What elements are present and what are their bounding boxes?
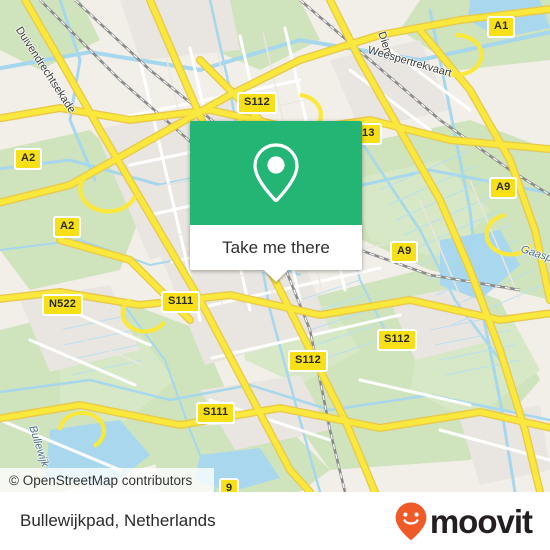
osm-attribution-text: © OpenStreetMap contributors <box>9 472 193 488</box>
road-shield[interactable]: A9 <box>390 241 419 263</box>
footer-bar: Bullewijkpad, Netherlands moovit <box>0 492 550 550</box>
moovit-wordmark: moovit <box>429 502 533 540</box>
take-me-there-label: Take me there <box>222 237 330 257</box>
road-shield[interactable]: S112 <box>288 350 328 372</box>
location-title: Bullewijkpad, Netherlands <box>20 511 216 530</box>
callout-icon-area <box>190 121 362 225</box>
osm-attribution[interactable]: © OpenStreetMap contributors <box>0 468 214 492</box>
road-shield[interactable]: A1 <box>487 16 516 38</box>
road-shield[interactable]: N522 <box>42 294 84 316</box>
road-shield[interactable]: S111 <box>196 402 236 424</box>
road-shield[interactable]: 9 <box>219 478 240 492</box>
screenshot-root: A2 A2 N522 S111 S112 S112 S112 S111 A1 A… <box>0 0 550 550</box>
road-shield[interactable]: S112 <box>377 329 417 351</box>
road-shield[interactable]: S112 <box>237 92 277 114</box>
callout-tail <box>264 270 288 282</box>
road-shield[interactable]: A2 <box>14 148 43 170</box>
moovit-pin-icon <box>395 502 427 540</box>
map-canvas[interactable]: A2 A2 N522 S111 S112 S112 S112 S111 A1 A… <box>0 0 550 492</box>
map-pin-icon <box>253 143 299 203</box>
location-callout-card[interactable]: Take me there <box>190 121 362 282</box>
moovit-logo[interactable]: moovit <box>394 501 533 541</box>
road-shield[interactable]: A2 <box>53 216 82 238</box>
callout-action-area[interactable]: Take me there <box>190 225 362 282</box>
road-shield[interactable]: A9 <box>489 177 518 199</box>
road-shield[interactable]: S111 <box>161 291 201 313</box>
